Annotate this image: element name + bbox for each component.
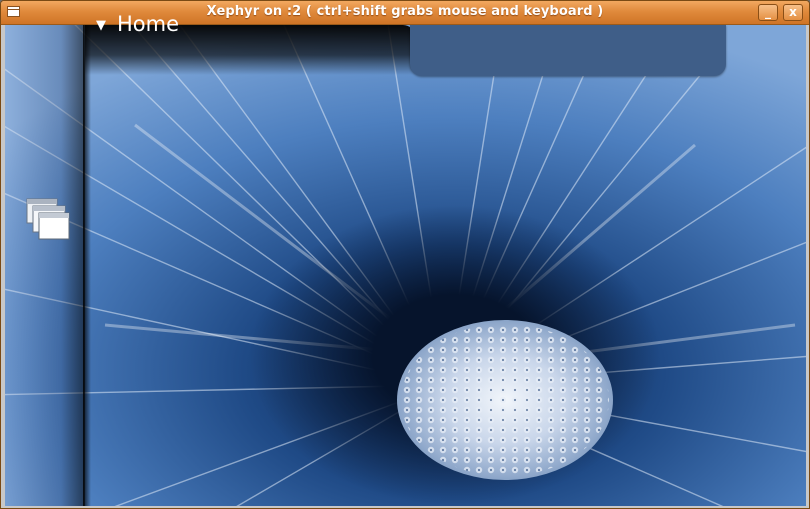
close-button[interactable]: x — [783, 4, 803, 21]
top-panel-tab[interactable] — [410, 25, 726, 76]
home-folder-label[interactable]: Home — [117, 12, 179, 36]
side-panel-shadow — [83, 25, 91, 506]
wallpaper-image — [5, 25, 806, 506]
expand-arrow-icon[interactable]: ▼ — [96, 18, 106, 33]
windows-stack-icon[interactable] — [25, 197, 73, 245]
desktop-area[interactable] — [5, 25, 806, 506]
minimize-button[interactable]: _ — [758, 4, 778, 21]
side-panel — [5, 25, 85, 506]
xephyr-window: Xephyr on :2 ( ctrl+shift grabs mouse an… — [0, 0, 810, 509]
